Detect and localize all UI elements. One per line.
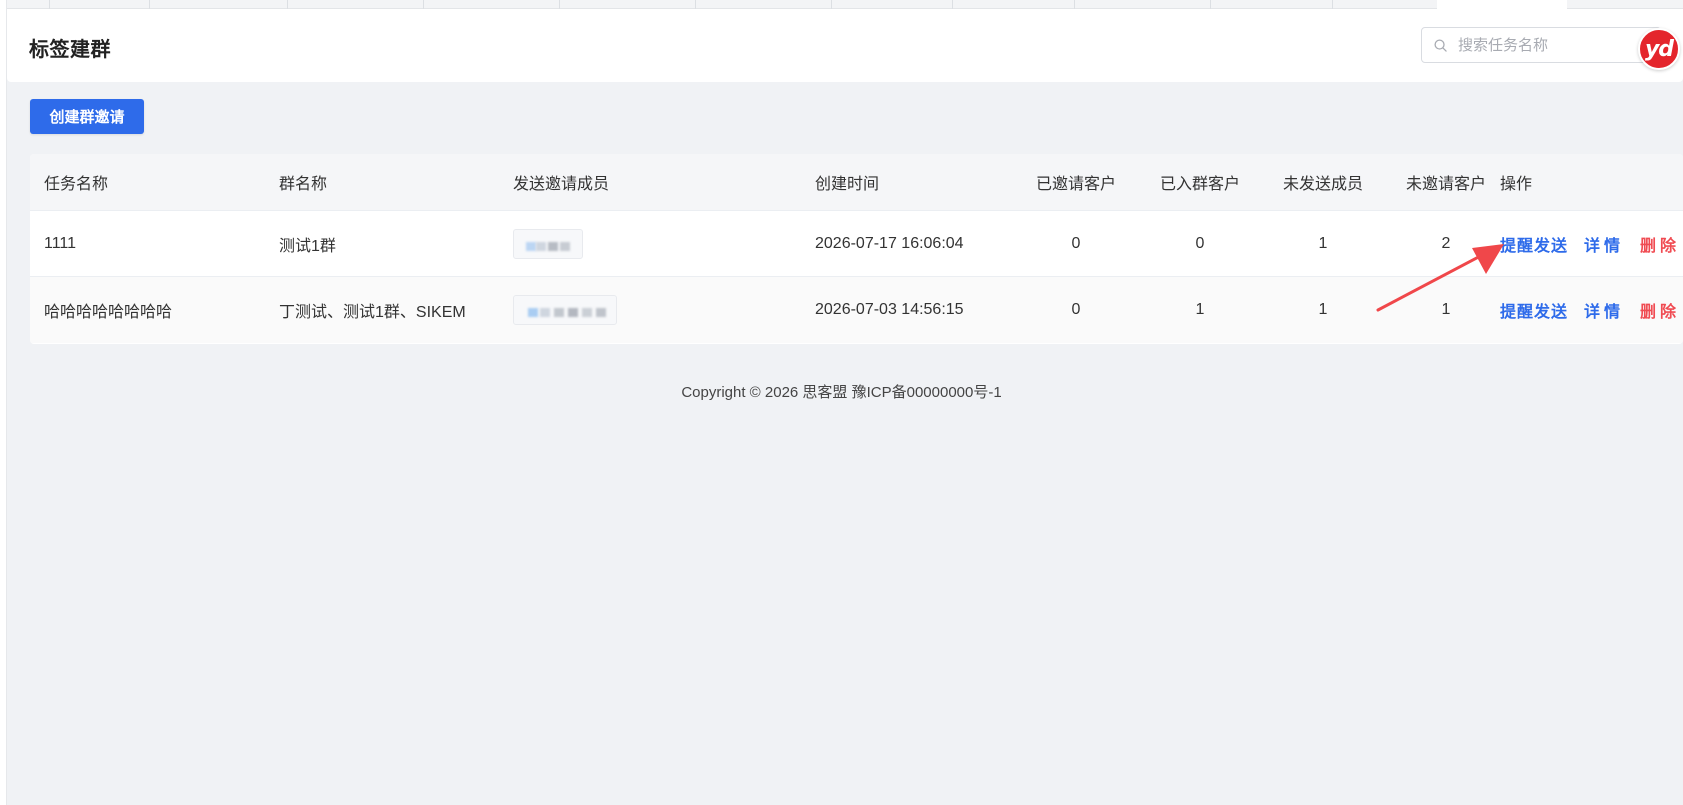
blur-block <box>568 308 578 317</box>
column-header-joined: 已入群客户 <box>1159 176 1240 193</box>
unsent-count-cell: 1 <box>1318 301 1328 318</box>
create-group-invite-button[interactable]: 创建群邀请 <box>30 99 144 134</box>
group-name-cell: 测试1群 <box>279 237 336 255</box>
tab-separator <box>1074 0 1075 9</box>
column-header-member: 发送邀请成员 <box>513 176 610 193</box>
blur-block <box>540 308 550 317</box>
tab-separator <box>287 0 288 9</box>
column-header-invited: 已邀请客户 <box>1035 176 1116 193</box>
unsent-count-cell: 1 <box>1318 234 1328 252</box>
blur-block <box>536 241 546 251</box>
joined-count-cell: 0 <box>1195 234 1205 252</box>
joined-count-cell: 1 <box>1195 301 1205 318</box>
blurred-member-tag <box>513 295 617 325</box>
red-arrow-annotation <box>1376 244 1504 312</box>
top-tab-bar <box>7 0 1683 9</box>
invited-count-cell: 0 <box>1071 234 1081 252</box>
tab-separator <box>559 0 560 9</box>
blur-block <box>596 308 606 317</box>
column-header-task-name: 任务名称 <box>44 176 109 193</box>
actions-cell: 提醒发送 详情 删除 <box>1500 211 1683 276</box>
tab-separator <box>952 0 953 9</box>
tab-separator <box>831 0 832 9</box>
delete-link[interactable]: 删除 <box>1640 298 1680 322</box>
left-edge-strip <box>0 0 7 805</box>
member-cell <box>513 211 793 276</box>
invited-count-cell: 0 <box>1071 301 1081 318</box>
created-time-cell: 2026-07-03 14:56:15 <box>815 301 964 318</box>
group-name-cell: 丁测试、测试1群、SIKEM <box>279 304 466 321</box>
search-icon <box>1434 39 1447 52</box>
tab-active[interactable] <box>1437 0 1567 9</box>
avatar[interactable]: yd <box>1638 28 1680 70</box>
remind-send-link[interactable]: 提醒发送 <box>1500 298 1568 322</box>
created-time-cell: 2026-07-17 16:06:04 <box>815 234 964 252</box>
tab-separator <box>695 0 696 9</box>
page-header: 标签建群 <box>7 9 1683 82</box>
table-header: 任务名称 群名称 发送邀请成员 创建时间 已邀请客户 已入群客户 未发送成员 未… <box>30 154 1683 211</box>
task-name-cell: 哈哈哈哈哈哈哈哈 <box>44 304 173 321</box>
column-header-group-name: 群名称 <box>279 176 328 193</box>
search-input[interactable] <box>1458 34 1648 56</box>
tab-separator <box>423 0 424 9</box>
blur-block <box>548 241 558 251</box>
tab-separator <box>1210 0 1211 9</box>
blur-block <box>554 308 564 317</box>
column-header-actions: 操作 <box>1500 176 1533 193</box>
actions-cell: 提醒发送 详情 删除 <box>1500 277 1683 343</box>
tab-separator <box>1332 0 1333 9</box>
blur-block <box>526 241 536 251</box>
tab-separator <box>49 0 50 9</box>
column-header-unsent: 未发送成员 <box>1282 176 1363 193</box>
blur-block <box>582 308 592 317</box>
tab-separator <box>149 0 150 9</box>
delete-link[interactable]: 删除 <box>1640 232 1680 256</box>
column-header-created: 创建时间 <box>815 176 880 193</box>
blur-block <box>560 241 570 251</box>
blur-block <box>528 308 538 317</box>
page-title: 标签建群 <box>29 39 111 61</box>
member-cell <box>513 277 793 343</box>
detail-link[interactable]: 详情 <box>1584 298 1624 322</box>
search-box[interactable] <box>1421 27 1661 63</box>
copyright-footer: Copyright © 2026 思客盟 豫ICP备00000000号-1 <box>681 384 1002 401</box>
blurred-member-tag <box>513 228 583 259</box>
task-name-cell: 1111 <box>44 234 77 252</box>
detail-link[interactable]: 详情 <box>1584 232 1624 256</box>
remind-send-link[interactable]: 提醒发送 <box>1500 232 1568 256</box>
column-header-uninvited: 未邀请客户 <box>1405 176 1486 193</box>
